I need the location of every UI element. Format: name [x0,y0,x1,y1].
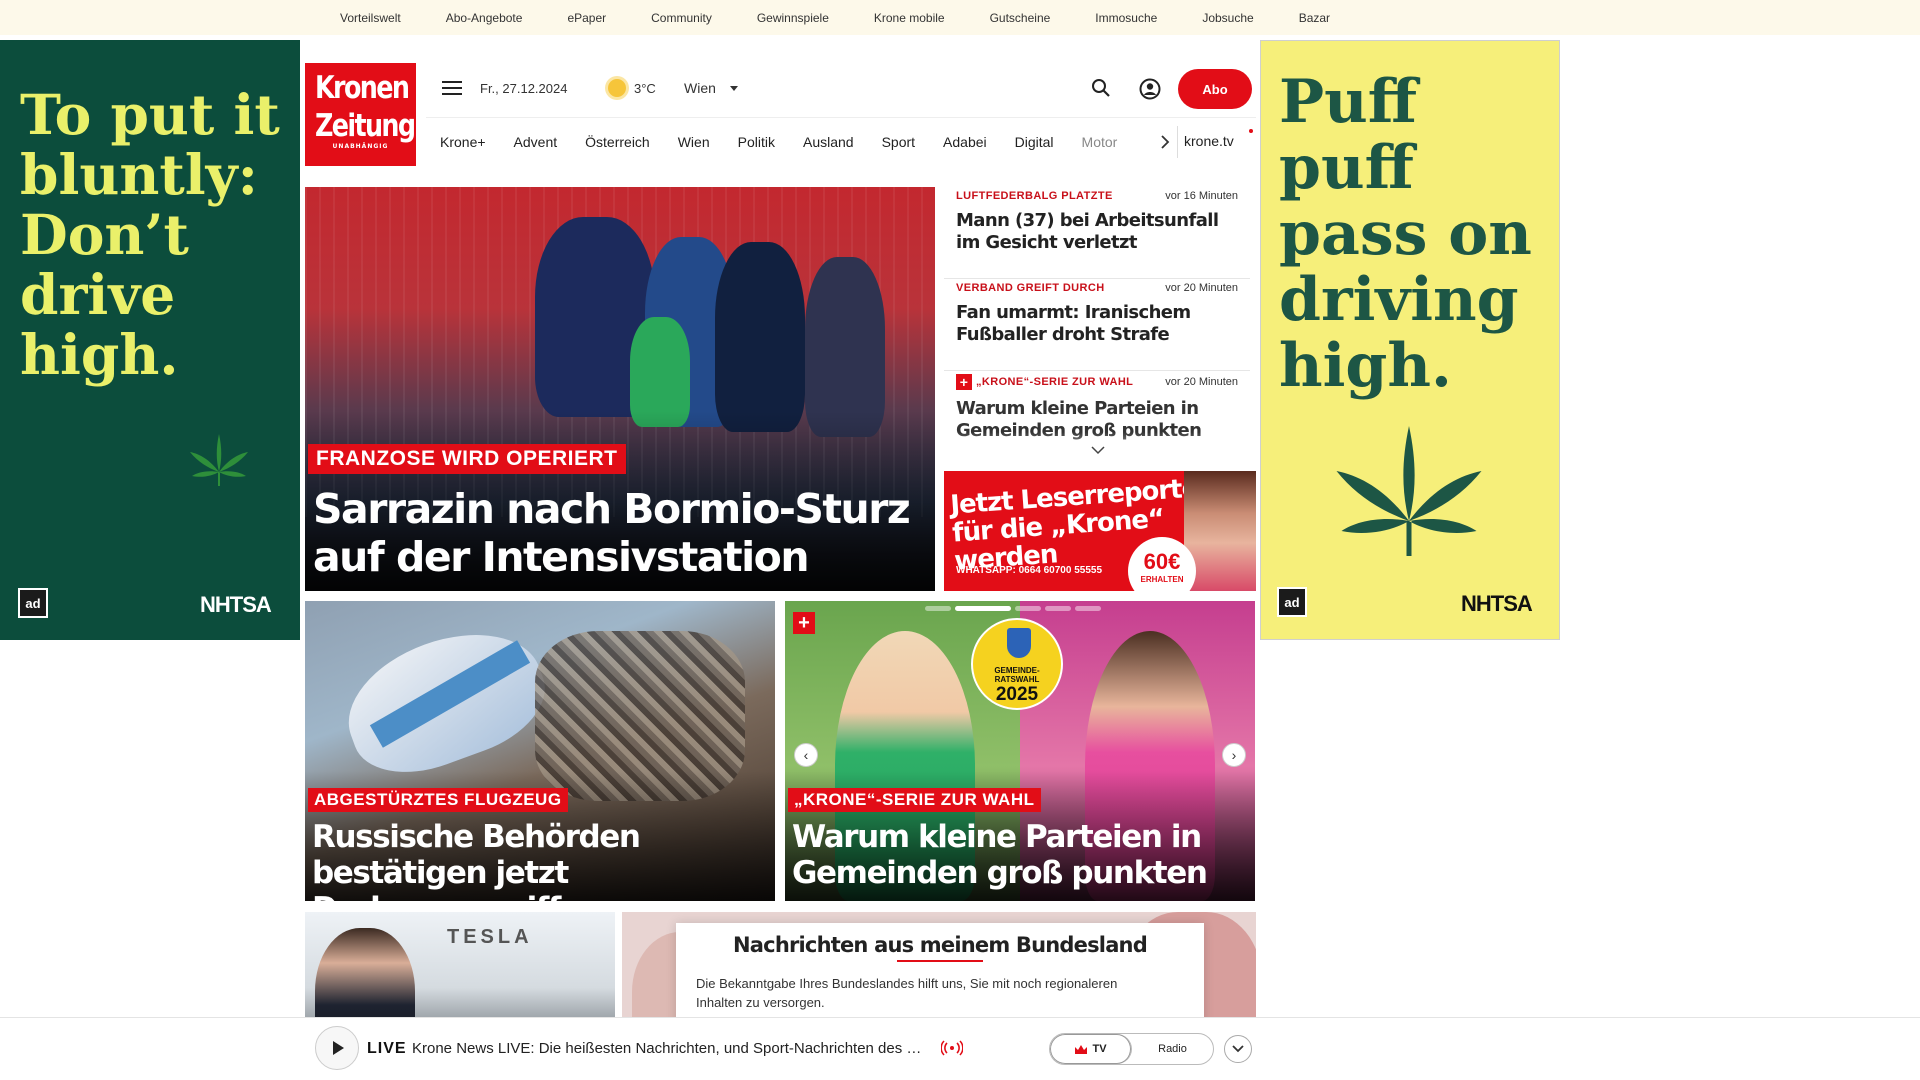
live-label: LIVE [367,1040,407,1057]
nav-item-politik[interactable]: Politik [738,134,775,150]
list-item[interactable]: LUFTFEDERBALG PLATZTE vor 16 Minuten Man… [944,187,1250,279]
utility-link-vorteilswelt[interactable]: Vorteilswelt [340,11,401,25]
utility-bar: Vorteilswelt Abo-Angebote ePaper Communi… [0,0,1920,35]
card-headline: Russische Behörden bestätigen jetzt Droh… [312,819,641,901]
utility-link-abo-angebote[interactable]: Abo-Angebote [446,11,523,25]
expand-player-button[interactable] [1224,1035,1252,1063]
utility-link-jobsuche[interactable]: Jobsuche [1202,11,1253,25]
carousel-dots[interactable] [925,606,1101,611]
news-kicker: LUFTFEDERBALG PLATZTE [956,190,1113,202]
carousel-prev-button[interactable]: ‹ [794,743,818,767]
chevron-down-icon [729,85,738,91]
utility-link-krone-mobile[interactable]: Krone mobile [874,11,945,25]
utility-link-gutscheine[interactable]: Gutscheine [990,11,1051,25]
search-icon[interactable] [1091,78,1111,98]
current-date: Fr., 27.12.2024 [480,81,568,96]
hero-headline: Sarrazin nach Bormio-Sturz auf der Inten… [313,485,911,581]
news-title: Mann (37) bei Arbeitsunfall im Gesicht v… [956,210,1219,253]
temperature: 3°C [634,80,656,96]
card-kicker: „KRONE“-SERIE ZUR WAHL [788,788,1041,812]
nav-item-krone-tv[interactable]: krone.tv [1184,133,1234,149]
cannabis-leaf-icon [190,434,248,486]
utility-link-epaper[interactable]: ePaper [567,11,606,25]
play-icon [333,1041,344,1055]
news-kicker: VERBAND GREIFT DURCH [956,282,1105,294]
title-underline [897,960,983,962]
card-kicker: ABGESTÜRZTES FLUGZEUG [308,788,568,812]
news-time: vor 20 Minuten [1165,376,1238,388]
news-title: Fan umarmt: Iranischem Fußballer droht S… [956,302,1191,345]
utility-link-community[interactable]: Community [651,11,712,25]
leserreporter-ad[interactable]: Jetzt Leserreporter für die „Krone“ werd… [944,471,1256,591]
nhtsa-logo: NHTSA [1461,591,1533,616]
nav-item-advent[interactable]: Advent [514,134,558,150]
nav-item-oesterreich[interactable]: Österreich [585,134,650,150]
toggle-tv[interactable]: TV [1050,1034,1132,1064]
cannabis-leaf-icon [1336,426,1482,556]
live-player-bar: LIVE Krone News LIVE: Die heißesten Nach… [0,1017,1920,1080]
card-headline: Warum kleine Parteien in Gemeinden groß … [792,819,1208,891]
abo-button[interactable]: Abo [1178,69,1252,109]
hero-article[interactable]: FRANZOSE WIRD OPERIERT Sarrazin nach Bor… [305,187,935,591]
krone-plus-icon: + [956,374,972,390]
nav-divider [1177,126,1178,158]
region-label: Wien [684,80,716,96]
dialog-text: Die Bekanntgabe Ihres Bundeslandes hilft… [696,976,1118,1010]
list-item[interactable]: + „KRONE“-SERIE ZUR WAHL vor 20 Minuten … [944,371,1250,462]
dialog-title: Nachrichten aus meinem Bundesland [733,933,1148,957]
live-stream-title[interactable]: Krone News LIVE: Die heißesten Nachricht… [412,1040,937,1057]
nav-item-motor[interactable]: Motor [1082,134,1118,150]
crown-icon [1075,1044,1088,1054]
nav-item-ausland[interactable]: Ausland [803,134,854,150]
nav-item-adabei[interactable]: Adabei [943,134,987,150]
chevron-down-icon [1232,1045,1244,1053]
news-time: vor 20 Minuten [1165,282,1238,294]
chevron-down-icon[interactable] [1091,446,1105,455]
ad-slogan: Puff puff pass on driving high. [1279,67,1532,401]
ad-banner-left[interactable]: To put it bluntly: Don’t drive high. ad … [0,40,300,640]
utility-link-bazar[interactable]: Bazar [1299,11,1330,25]
nav-item-krone-plus[interactable]: Krone+ [440,134,486,150]
ad-banner-right[interactable]: Puff puff pass on driving high. ad NHTSA [1260,40,1560,640]
krone-plus-icon: + [793,612,815,634]
account-icon[interactable] [1139,78,1161,100]
utility-link-immosuche[interactable]: Immosuche [1095,11,1157,25]
article-card-election-carousel[interactable]: GEMEINDE- RATSWAHL 2025 + ‹ › „KRONE“-SER… [785,601,1255,901]
nhtsa-logo: NHTSA [200,592,272,617]
utility-link-gewinnspiele[interactable]: Gewinnspiele [757,11,829,25]
toggle-radio[interactable]: Radio [1132,1034,1213,1064]
menu-icon[interactable] [442,81,462,97]
latest-news-list: LUFTFEDERBALG PLATZTE vor 16 Minuten Man… [944,187,1250,462]
nav-item-wien[interactable]: Wien [678,134,710,150]
ad-slogan: To put it bluntly: Don’t drive high. [20,82,280,387]
tesla-sign: TESLA [447,926,533,948]
nav-item-sport[interactable]: Sport [882,134,915,150]
ad-council-logo: ad [18,588,48,618]
chevron-right-icon[interactable] [1159,134,1171,150]
region-selector[interactable]: Wien [684,80,738,96]
main-nav: Krone+ Advent Österreich Wien Politik Au… [426,117,1256,165]
article-card-plane-crash[interactable]: ABGESTÜRZTES FLUGZEUG Russische Behörden… [305,601,775,901]
broadcast-icon [941,1040,963,1056]
weather-widget: 3°C [608,79,656,97]
sun-icon [608,79,626,97]
crest-icon [1007,628,1031,658]
logo-line-1: Kronen [314,70,410,106]
ad-council-logo: ad [1277,587,1307,617]
live-indicator-dot [1249,129,1253,133]
play-button[interactable] [315,1026,359,1070]
whatsapp-number: WHATSAPP: 0664 60700 55555 [956,565,1103,576]
logo-line-2: Zeitung [314,108,416,144]
nav-item-digital[interactable]: Digital [1015,134,1054,150]
election-seal: GEMEINDE- RATSWAHL 2025 [971,618,1063,710]
hero-kicker: FRANZOSE WIRD OPERIERT [308,444,626,474]
carousel-next-button[interactable]: › [1222,743,1246,767]
news-kicker: + „KRONE“-SERIE ZUR WAHL [956,374,1133,390]
news-time: vor 16 Minuten [1165,190,1238,202]
kronen-zeitung-logo[interactable]: Kronen Zeitung UNABHÄNGIG [305,63,416,166]
tv-radio-toggle[interactable]: TV Radio [1049,1033,1214,1065]
list-item[interactable]: VERBAND GREIFT DURCH vor 20 Minuten Fan … [944,279,1250,371]
